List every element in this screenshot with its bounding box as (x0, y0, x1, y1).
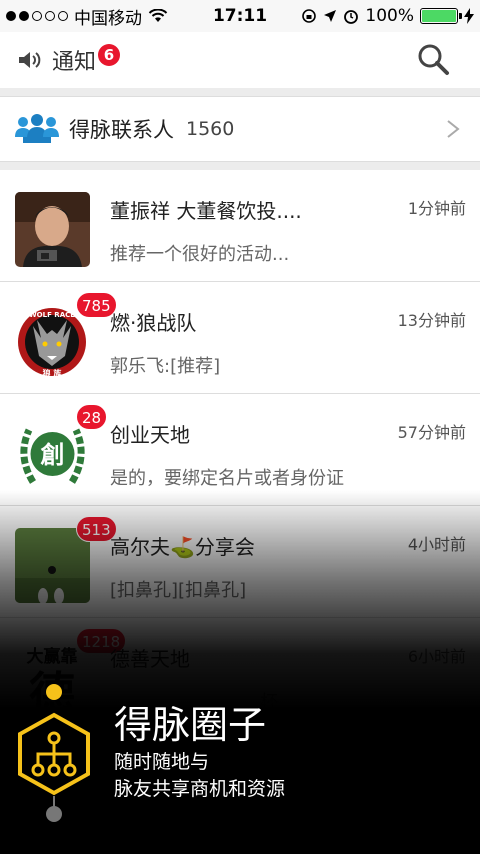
avatar-caption-text: 大赢靠 (27, 646, 78, 667)
conversation-time: 4小时前 (407, 535, 466, 554)
conversation-preview: [扣鼻孔][扣鼻孔] (110, 580, 247, 601)
avatar-caption-text: 狼 族 (43, 368, 63, 378)
conversation-list: 董振祥 大董餐饮投.... 1分钟前 推荐一个很好的活动... WOLF RAC… (0, 170, 480, 730)
alarm-icon (344, 10, 359, 24)
avatar (15, 192, 90, 267)
avatar: WOLF RACE 狼 族 (15, 304, 90, 379)
avatar-glyph-text: 創 (41, 441, 65, 469)
conversation-row[interactable]: WOLF RACE 狼 族 785 燃·狼战队 13分钟前 郭乐飞:[推荐] (0, 282, 480, 394)
speaker-icon[interactable] (16, 47, 42, 73)
conversation-preview: 推荐一个很好的活动... (110, 244, 290, 265)
conversation-time: 57分钟前 (397, 423, 466, 442)
page-title: 通知 (52, 50, 97, 75)
contacts-label: 得脉联系人 (69, 118, 174, 142)
contacts-entry[interactable]: 得脉联系人 1560 (0, 96, 480, 162)
avatar (15, 528, 90, 603)
conversation-time: 13分钟前 (397, 311, 466, 330)
notification-count-badge: 6 (98, 44, 121, 66)
conversation-name: 燃·狼战队 (110, 311, 197, 335)
timeline-dot-inactive (46, 806, 62, 822)
network-hexagon-icon[interactable] (16, 712, 92, 796)
conversation-row[interactable]: 創 28 创业天地 57分钟前 是的，要绑定名片或者身份证 (0, 394, 480, 506)
status-bar: 中国移动 17:11 100% (0, 0, 480, 32)
conversation-preview: 郭乐飞:[推荐] (110, 356, 221, 377)
promo-subtitle-line1: 随时随地与 (114, 751, 210, 773)
chevron-right-icon (447, 120, 460, 138)
contacts-group-icon (15, 114, 59, 143)
conversation-time: 6小时前 (407, 647, 466, 666)
promo-subtitle-line2: 脉友共享商机和资源 (114, 778, 286, 800)
conversation-time: 1分钟前 (407, 199, 466, 218)
promo-title: 得脉圈子 (114, 703, 267, 747)
rotation-lock-icon (302, 9, 317, 23)
battery-percent: 100% (365, 6, 414, 26)
avatar: 創 (15, 416, 90, 491)
signal-strength-icon (6, 11, 68, 21)
avatar: 大赢靠 德 (15, 640, 90, 715)
conversation-name: 董振祥 大董餐饮投.... (110, 199, 302, 223)
conversation-name: 德善天地 (110, 647, 190, 671)
notifications-header: 通知 6 (0, 32, 480, 88)
avatar-brand-text: WOLF RACE (29, 311, 75, 319)
search-icon[interactable] (416, 42, 450, 76)
unread-badge: 28 (76, 404, 108, 430)
conversation-name: 高尔夫⛳分享会 (110, 535, 255, 559)
carrier-name: 中国移动 (74, 8, 142, 29)
conversation-name: 创业天地 (110, 423, 190, 447)
timeline-dot-active (46, 684, 62, 700)
wifi-icon (148, 9, 168, 22)
conversation-row[interactable]: 董振祥 大董餐饮投.... 1分钟前 推荐一个很好的活动... (0, 170, 480, 282)
conversation-row[interactable]: 513 高尔夫⛳分享会 4小时前 [扣鼻孔][扣鼻孔] (0, 506, 480, 618)
charging-bolt-icon (464, 8, 474, 24)
location-arrow-icon (324, 10, 337, 22)
battery-icon (420, 8, 462, 24)
contacts-count: 1560 (186, 118, 235, 140)
conversation-preview: 是的，要绑定名片或者身份证 (110, 468, 344, 489)
